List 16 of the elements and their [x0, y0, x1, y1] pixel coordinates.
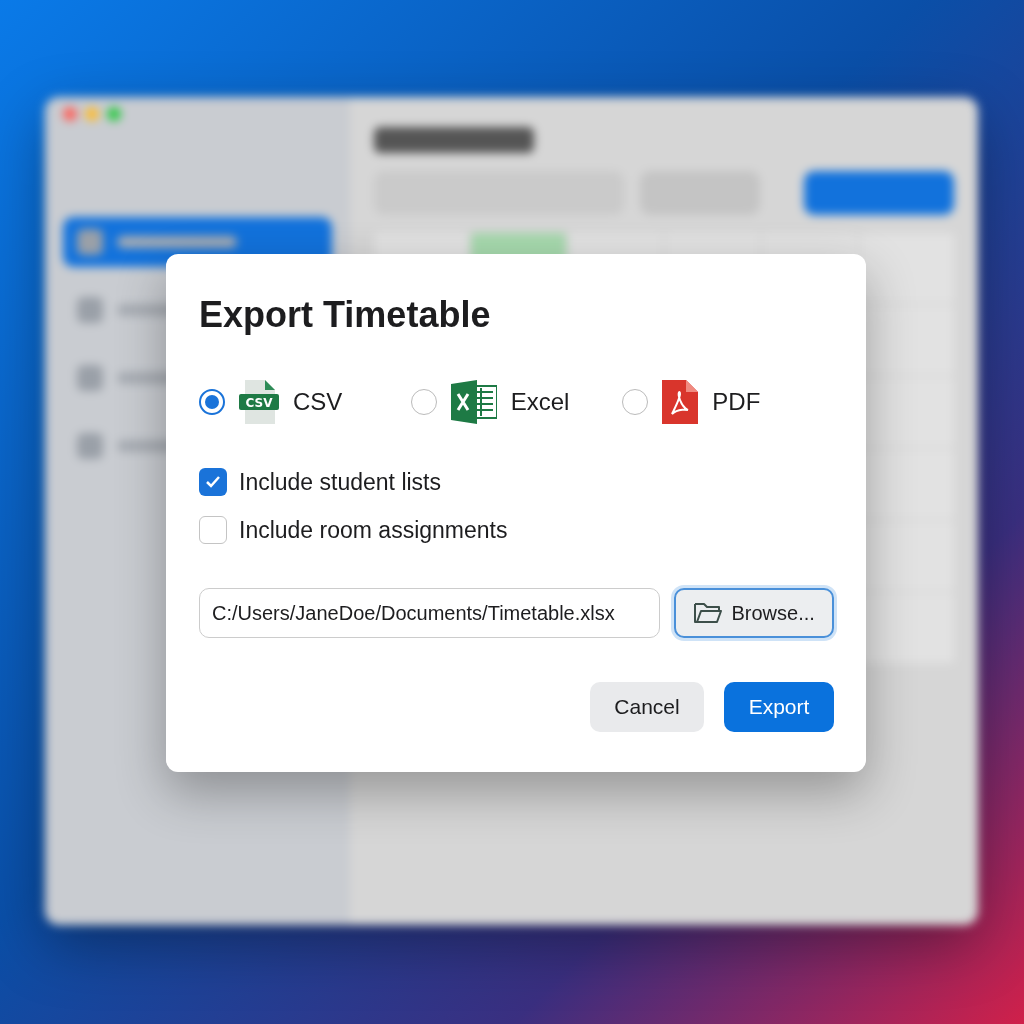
checkbox[interactable] [199, 468, 227, 496]
format-label: PDF [712, 388, 761, 416]
pdf-file-icon [662, 380, 699, 424]
cancel-button[interactable]: Cancel [590, 682, 704, 732]
option-label: Include room assignments [239, 516, 508, 544]
format-label: Excel [510, 388, 570, 416]
option-label: Include student lists [239, 468, 441, 496]
file-path-field[interactable]: C:/Users/JaneDoe/Documents/Timetable.xlsx [199, 588, 661, 638]
browse-button[interactable]: Browse... [674, 588, 834, 638]
checkbox[interactable] [199, 516, 227, 544]
format-label: CSV [293, 388, 343, 416]
spreadsheet-icon [450, 380, 497, 424]
radio-button[interactable] [199, 389, 225, 415]
export-button[interactable]: Export [724, 682, 834, 732]
folder-icon [693, 601, 724, 625]
dialog-title: Export Timetable [199, 294, 492, 336]
